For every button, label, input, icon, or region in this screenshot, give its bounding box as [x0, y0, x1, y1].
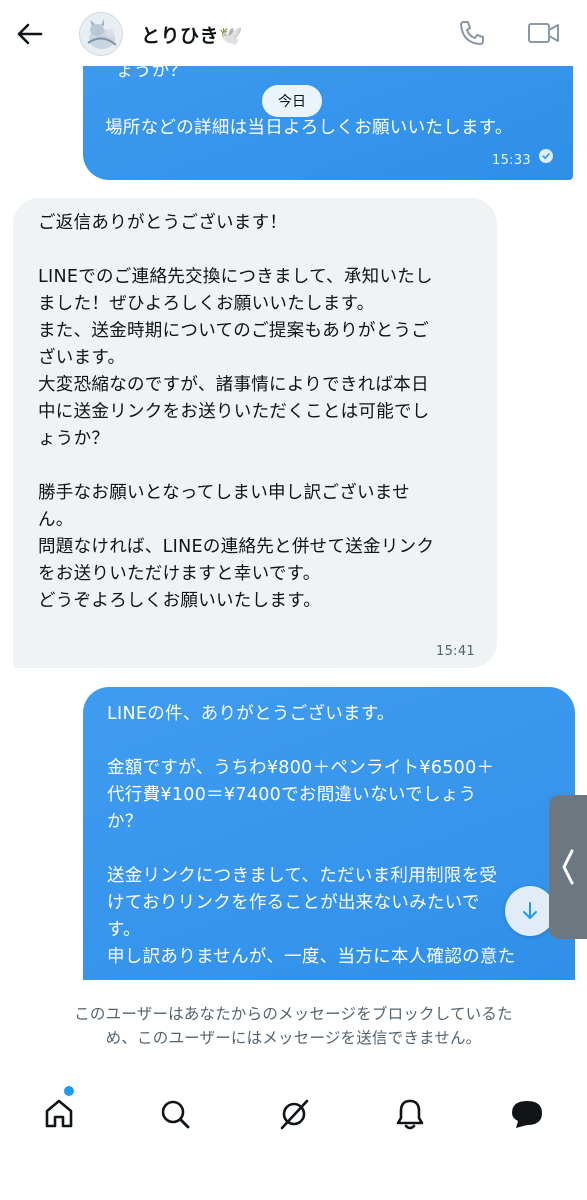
arrow-down-icon: [523, 902, 537, 919]
nav-notifications[interactable]: [388, 1092, 432, 1136]
conversation-title[interactable]: とりひき🕊️: [141, 21, 243, 48]
read-check-icon: [539, 149, 553, 163]
messages-icon: [512, 1101, 542, 1128]
video-call-button[interactable]: [527, 16, 561, 50]
message-text: 場所などの詳細は当日よろしくお願いいたします。: [105, 118, 513, 138]
nav-search[interactable]: [153, 1092, 197, 1136]
avatar[interactable]: [79, 12, 123, 56]
home-icon: [45, 1099, 73, 1128]
bell-icon: [396, 1099, 424, 1130]
search-icon: [161, 1100, 190, 1129]
outgoing-message-bubble[interactable]: LINEの件、ありがとうございます。 金額ですが、うちわ¥800＋ペンライト¥6…: [83, 687, 575, 980]
back-button[interactable]: [14, 18, 46, 50]
scroll-to-bottom-button[interactable]: [505, 886, 555, 936]
chevron-left-icon: [562, 849, 574, 885]
nav-home[interactable]: [37, 1092, 81, 1136]
grok-icon: [280, 1099, 309, 1130]
incoming-message-bubble[interactable]: ご返信ありがとうございます！ LINEでのご連絡先交換につきまして、承知いたし …: [13, 198, 497, 668]
conversation-header: とりひき🕊️: [0, 0, 587, 66]
blocked-notice: このユーザーはあなたからのメッセージをブロックしているた め、このユーザーにはメッ…: [0, 980, 587, 1070]
call-button[interactable]: [455, 16, 489, 50]
phone-icon: [460, 21, 484, 45]
side-panel-handle[interactable]: [549, 795, 587, 939]
message-timestamp: 15:41: [436, 644, 475, 659]
video-icon: [528, 23, 559, 43]
message-list[interactable]: ょうか？ 場所などの詳細は当日よろしくお願いいたします。 15:33 今日 ご返…: [0, 0, 587, 980]
message-text: ご返信ありがとうございます！ LINEでのご連絡先交換につきまして、承知いたし …: [38, 213, 435, 611]
message-timestamp: 15:33: [492, 153, 531, 168]
nav-grok[interactable]: [272, 1092, 316, 1136]
home-notification-dot: [64, 1086, 74, 1096]
arrow-left-icon: [17, 23, 43, 45]
message-text: LINEの件、ありがとうございます。 金額ですが、うちわ¥800＋ペンライト¥6…: [107, 704, 516, 967]
blocked-notice-text: このユーザーはあなたからのメッセージをブロックしているた め、このユーザーにはメッ…: [74, 1005, 513, 1047]
nav-messages[interactable]: [505, 1092, 549, 1136]
bottom-navigation: [0, 1070, 587, 1200]
date-divider: 今日: [262, 85, 322, 117]
